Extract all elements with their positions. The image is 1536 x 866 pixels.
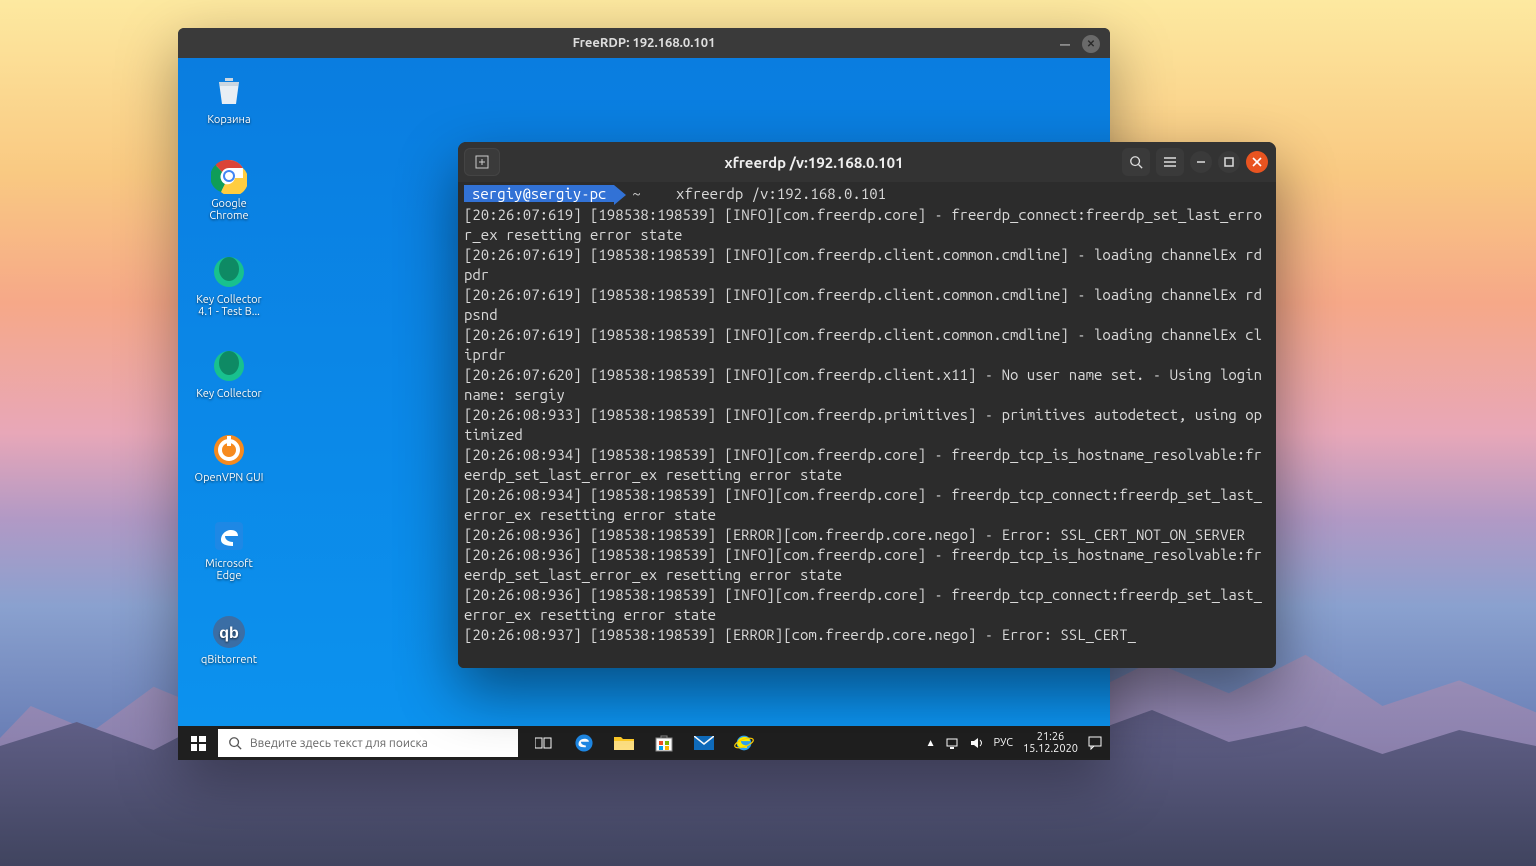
desktop-icon-edge[interactable]: Microsoft Edge (192, 518, 266, 582)
key-collector-icon (211, 348, 247, 384)
system-tray[interactable]: ▲ РУС 21:26 15.12.2020 (918, 731, 1110, 755)
tray-network-icon[interactable] (946, 737, 960, 749)
terminal-window[interactable]: xfreerdp /v:192.168.0.101 sergiy@sergiy-… (458, 142, 1276, 668)
freerdp-titlebar[interactable]: FreeRDP: 192.168.0.101 (178, 28, 1110, 58)
desktop-icon-label: OpenVPN GUI (192, 472, 266, 484)
key-collector-icon (211, 254, 247, 290)
tray-action-center-icon[interactable] (1088, 736, 1102, 750)
desktop-icon-openvpn[interactable]: OpenVPN GUI (192, 432, 266, 484)
svg-text:qb: qb (219, 625, 239, 642)
desktop-icon-label: Google Chrome (192, 198, 266, 222)
taskbar-search-box[interactable]: Введите здесь текст для поиска (218, 729, 518, 757)
terminal-maximize-button[interactable] (1218, 151, 1240, 173)
plus-tab-icon (475, 155, 489, 169)
search-icon (1129, 155, 1143, 169)
search-placeholder: Введите здесь текст для поиска (250, 737, 428, 750)
desktop-icon-label: Microsoft Edge (192, 558, 266, 582)
taskbar-file-explorer-button[interactable] (604, 726, 644, 760)
terminal-command: xfreerdp /v:192.168.0.101 (676, 185, 886, 202)
desktop-icon-recycle-bin[interactable]: Корзина (192, 74, 266, 126)
desktop-icon-label: Корзина (192, 114, 266, 126)
tray-language[interactable]: РУС (994, 737, 1013, 749)
openvpn-icon (211, 432, 247, 468)
edge-legacy-icon (211, 518, 247, 554)
terminal-header[interactable]: xfreerdp /v:192.168.0.101 (458, 142, 1276, 182)
taskbar-internet-explorer-button[interactable] (724, 726, 764, 760)
desktop-icon-key-collector[interactable]: Key Collector (192, 348, 266, 400)
maximize-icon (1224, 157, 1234, 167)
terminal-output: [20:26:07:619] [198538:198539] [INFO][co… (464, 206, 1270, 643)
terminal-body[interactable]: sergiy@sergiy-pc ~ xfreerdp /v:192.168.0.… (458, 182, 1276, 668)
prompt-user-host: sergiy@sergiy-pc (464, 185, 614, 202)
recycle-bin-icon (211, 74, 247, 110)
desktop-icon-google-chrome[interactable]: Google Chrome (192, 158, 266, 222)
minimize-icon (1196, 157, 1206, 167)
desktop-icon-qbittorrent[interactable]: qb qBittorrent (192, 614, 266, 666)
tray-clock[interactable]: 21:26 15.12.2020 (1023, 731, 1078, 755)
task-view-button[interactable] (524, 726, 564, 760)
terminal-title: xfreerdp /v:192.168.0.101 (506, 154, 1122, 171)
tray-time: 21:26 (1023, 731, 1078, 743)
prompt-cwd: ~ (622, 185, 650, 202)
tray-arrow-icon[interactable]: ▲ (926, 737, 936, 749)
tray-date: 15.12.2020 (1023, 743, 1078, 755)
freerdp-minimize-button[interactable] (1056, 35, 1074, 53)
chrome-icon (211, 158, 247, 194)
freerdp-close-button[interactable] (1082, 35, 1100, 53)
taskbar-mail-button[interactable] (684, 726, 724, 760)
taskbar-edge-button[interactable] (564, 726, 604, 760)
desktop-icon-label: Key Collector (192, 388, 266, 400)
start-button[interactable] (178, 726, 218, 760)
terminal-search-button[interactable] (1122, 148, 1150, 176)
terminal-prompt-line: sergiy@sergiy-pc ~ xfreerdp /v:192.168.0.… (464, 184, 1270, 205)
tray-volume-icon[interactable] (970, 737, 984, 749)
windows-logo-icon (191, 736, 206, 751)
desktop-icon-label: Key Collector 4.1 - Test B... (192, 294, 266, 318)
taskbar-pinned-apps (524, 726, 764, 760)
desktop-icon-key-collector-41[interactable]: Key Collector 4.1 - Test B... (192, 254, 266, 318)
terminal-new-tab-button[interactable] (464, 148, 500, 176)
freerdp-title: FreeRDP: 192.168.0.101 (573, 36, 716, 50)
qbittorrent-icon: qb (211, 614, 247, 650)
close-icon (1252, 157, 1262, 167)
search-icon (228, 736, 242, 750)
windows-taskbar[interactable]: Введите здесь текст для поиска (178, 726, 1110, 760)
terminal-close-button[interactable] (1246, 151, 1268, 173)
desktop-icon-label: qBittorrent (192, 654, 266, 666)
hamburger-icon (1163, 156, 1177, 168)
terminal-minimize-button[interactable] (1190, 151, 1212, 173)
terminal-menu-button[interactable] (1156, 148, 1184, 176)
taskbar-microsoft-store-button[interactable] (644, 726, 684, 760)
